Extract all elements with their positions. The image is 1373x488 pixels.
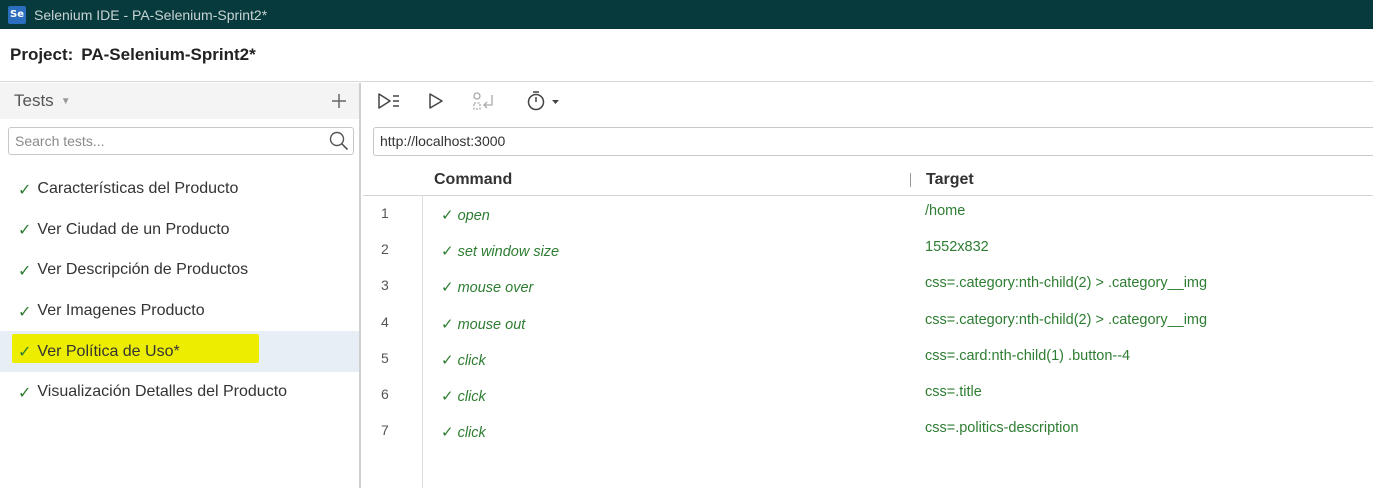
table-row[interactable]: 4 ✓ mouse out css=.category:nth-child(2) … <box>363 305 1373 341</box>
command-text: mouse out <box>457 316 526 333</box>
command-text: mouse over <box>457 280 534 297</box>
command-cell: ✓ mouse out <box>441 315 525 333</box>
table-row[interactable]: 6 ✓ click css=.title <box>363 377 1373 413</box>
test-item[interactable]: ✓ Ver Imagenes Producto <box>0 291 359 332</box>
test-item[interactable]: ✓ Características del Producto <box>0 169 359 210</box>
search-icon[interactable] <box>329 131 349 151</box>
table-row[interactable]: 2 ✓ set window size 1552x832 <box>363 232 1373 268</box>
test-item-label: Ver Ciudad de un Producto <box>37 220 230 238</box>
row-number: 5 <box>381 349 389 366</box>
run-all-tests-icon[interactable] <box>377 89 401 113</box>
check-icon: ✓ <box>18 179 32 199</box>
project-name[interactable]: PA-Selenium-Sprint2* <box>81 45 255 65</box>
timer-icon[interactable] <box>526 89 562 113</box>
search-input[interactable] <box>9 128 309 154</box>
run-current-test-icon[interactable] <box>424 89 448 113</box>
test-item-label: Ver Imagenes Producto <box>37 302 205 320</box>
test-item-label: Visualización Detalles del Producto <box>37 383 288 401</box>
search-tests-box <box>8 127 354 155</box>
command-text: click <box>457 352 486 369</box>
column-header-command: Command <box>434 171 513 188</box>
command-cell: ✓ set window size <box>441 242 559 260</box>
base-url-input[interactable]: http://localhost:3000 <box>373 127 1373 156</box>
check-icon: ✓ <box>441 206 454 224</box>
row-number: 1 <box>381 205 389 221</box>
table-row[interactable]: 1 ✓ open /home <box>363 196 1373 232</box>
check-icon: ✓ <box>441 350 454 369</box>
command-cell: ✓ click <box>441 351 486 369</box>
table-row[interactable]: 5 ✓ click css=.card:nth-child(1) .button-… <box>363 341 1373 377</box>
check-icon: ✓ <box>18 301 32 321</box>
command-cell: ✓ mouse over <box>441 278 533 296</box>
project-label: Project: <box>10 45 74 64</box>
test-item-selected[interactable]: ✓ Ver Política de Uso* <box>0 331 359 372</box>
window-title: Selenium IDE - PA-Selenium-Sprint2* <box>34 6 268 23</box>
test-item[interactable]: ✓ Visualización Detalles del Producto <box>0 372 359 413</box>
target-cell: 1552x832 <box>925 239 989 256</box>
tests-dropdown-label[interactable]: Tests <box>14 91 54 111</box>
target-cell: css=.category:nth-child(2) > .category__… <box>925 311 1208 328</box>
test-item[interactable]: ✓ Ver Ciudad de un Producto <box>0 210 359 251</box>
check-icon: ✓ <box>18 382 32 402</box>
check-icon: ✓ <box>441 386 454 405</box>
check-icon: ✓ <box>441 314 454 333</box>
test-list: ✓ Características del Producto ✓ Ver Ciu… <box>0 169 359 413</box>
target-cell: css=.title <box>925 383 982 400</box>
test-editor: http://localhost:3000 Command Target 1 ✓… <box>363 83 1373 488</box>
test-item-label: Ver Política de Uso* <box>37 342 180 360</box>
selenium-logo-icon: Se <box>8 5 26 24</box>
target-cell: /home <box>925 203 966 219</box>
check-icon: ✓ <box>18 342 32 362</box>
test-item-label: Características del Producto <box>37 180 239 198</box>
table-row[interactable]: 3 ✓ mouse over css=.category:nth-child(2)… <box>363 268 1373 304</box>
check-icon: ✓ <box>18 260 32 280</box>
check-icon: ✓ <box>18 220 32 240</box>
row-number: 4 <box>381 313 389 330</box>
target-cell: css=.card:nth-child(1) .button--4 <box>925 347 1131 364</box>
test-item-label: Ver Descripción de Productos <box>37 261 249 279</box>
command-cell: ✓ click <box>441 387 486 405</box>
check-icon: ✓ <box>441 242 454 261</box>
check-icon: ✓ <box>441 278 454 297</box>
tests-header: Tests ▼ <box>0 83 359 119</box>
chevron-down-icon[interactable]: ▼ <box>61 96 71 107</box>
command-text: click <box>457 425 486 442</box>
tests-sidebar: Tests ▼ ✓ Características del Producto ✓… <box>0 83 361 488</box>
table-row[interactable]: 7 ✓ click css=.politics-description <box>363 413 1373 449</box>
command-cell: ✓ click <box>441 423 486 441</box>
command-text: set window size <box>457 244 560 261</box>
plus-icon[interactable] <box>331 87 347 115</box>
target-cell: css=.politics-description <box>925 420 1079 437</box>
command-cell: ✓ open <box>441 206 490 224</box>
row-number: 2 <box>381 241 389 258</box>
row-number: 6 <box>381 385 389 402</box>
command-table-header: Command Target <box>363 165 1373 196</box>
project-header: Project: PA-Selenium-Sprint2* <box>0 29 1373 82</box>
column-resize-handle[interactable] <box>910 173 911 187</box>
row-number: 7 <box>381 422 389 439</box>
window-title-bar: Se Selenium IDE - PA-Selenium-Sprint2* <box>0 0 1373 29</box>
column-header-target: Target <box>926 171 974 188</box>
test-item[interactable]: ✓ Ver Descripción de Productos <box>0 250 359 291</box>
editor-toolbar <box>363 83 1373 119</box>
row-number: 3 <box>381 277 389 294</box>
command-text: open <box>457 208 490 224</box>
target-cell: css=.category:nth-child(2) > .category__… <box>925 275 1208 292</box>
command-text: click <box>457 388 486 405</box>
record-icon[interactable] <box>471 89 495 113</box>
command-table-body: 1 ✓ open /home 2 ✓ set window size 1552x83… <box>363 196 1373 449</box>
check-icon: ✓ <box>441 423 454 442</box>
